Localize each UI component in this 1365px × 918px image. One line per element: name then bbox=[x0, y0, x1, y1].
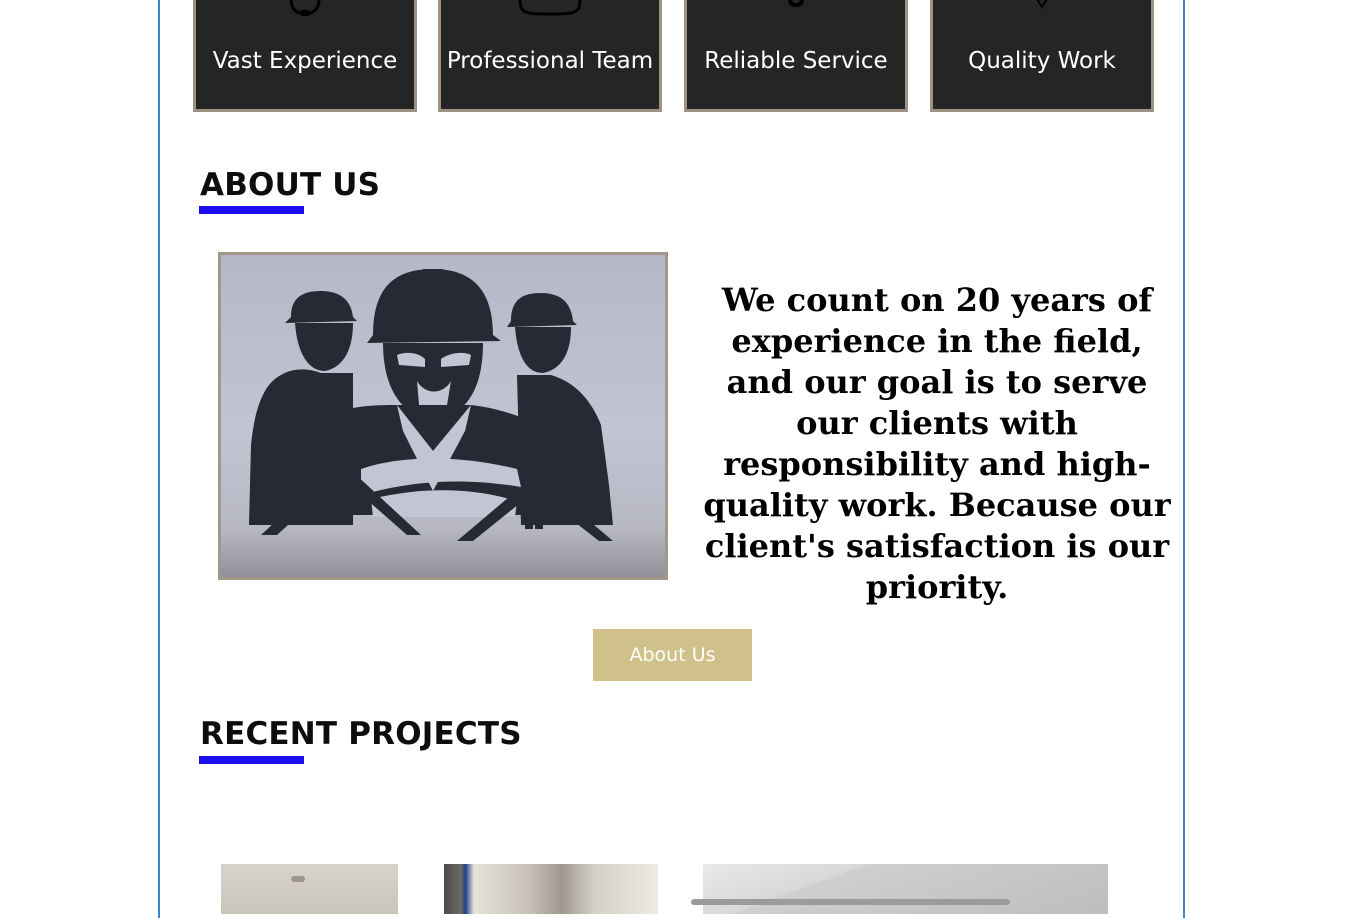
project-thumbnail[interactable] bbox=[221, 864, 398, 914]
about-us-description: We count on 20 years of experience in th… bbox=[703, 281, 1171, 606]
handshake-icon bbox=[788, 0, 804, 8]
feature-label: Reliable Service bbox=[704, 48, 888, 74]
project-thumbnail[interactable] bbox=[444, 864, 658, 914]
ceiling-light bbox=[291, 876, 305, 882]
workers-silhouette bbox=[249, 269, 613, 541]
gear-icon bbox=[289, 0, 321, 16]
diamond-icon bbox=[1036, 0, 1048, 9]
feature-label: Professional Team bbox=[446, 48, 654, 74]
feature-label: Vast Experience bbox=[212, 48, 398, 74]
about-us-underline bbox=[199, 206, 304, 214]
about-us-heading: ABOUT US bbox=[200, 167, 381, 203]
feature-card-quality-work[interactable]: Quality Work bbox=[930, 0, 1154, 112]
feature-card-reliable-service[interactable]: Reliable Service bbox=[684, 0, 908, 112]
hard-hat-icon bbox=[518, 0, 582, 16]
recent-projects-underline bbox=[199, 756, 304, 764]
construction-workers-logo-image bbox=[218, 252, 668, 580]
feature-card-vast-experience[interactable]: Vast Experience bbox=[193, 0, 417, 112]
feature-label: Quality Work bbox=[968, 48, 1116, 74]
feature-card-professional-team[interactable]: Professional Team bbox=[438, 0, 662, 112]
recent-projects-heading: RECENT PROJECTS bbox=[200, 716, 522, 752]
project-thumbnail[interactable] bbox=[703, 864, 1108, 914]
carousel-scrollbar[interactable] bbox=[691, 899, 1010, 905]
about-us-button[interactable]: About Us bbox=[593, 629, 752, 681]
